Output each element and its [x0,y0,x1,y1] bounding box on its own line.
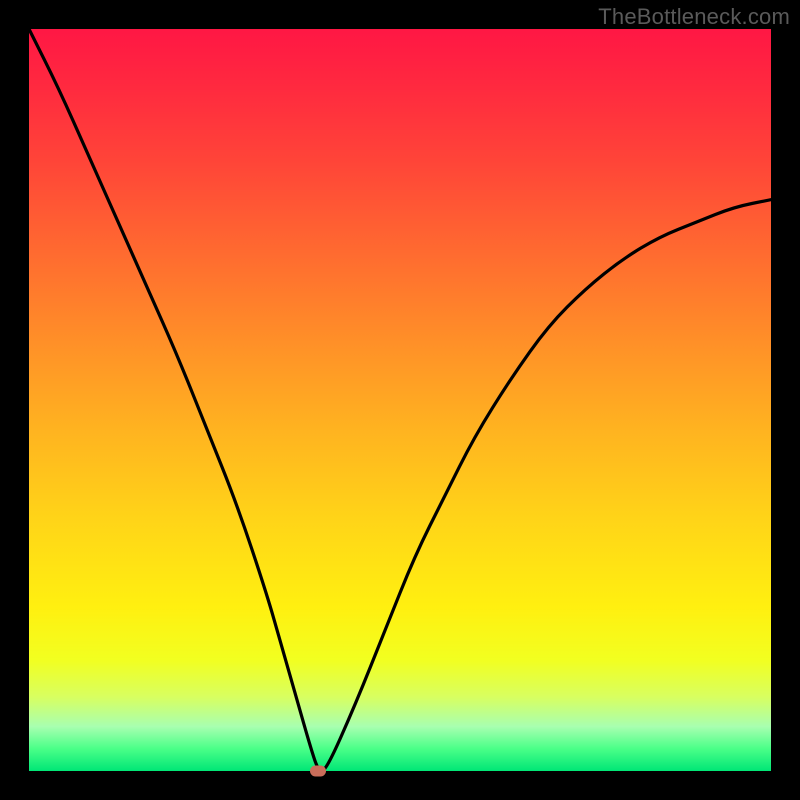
bottleneck-curve [29,29,771,771]
chart-plot-area [29,29,771,771]
watermark-text: TheBottleneck.com [598,4,790,30]
optimum-marker [310,766,326,777]
